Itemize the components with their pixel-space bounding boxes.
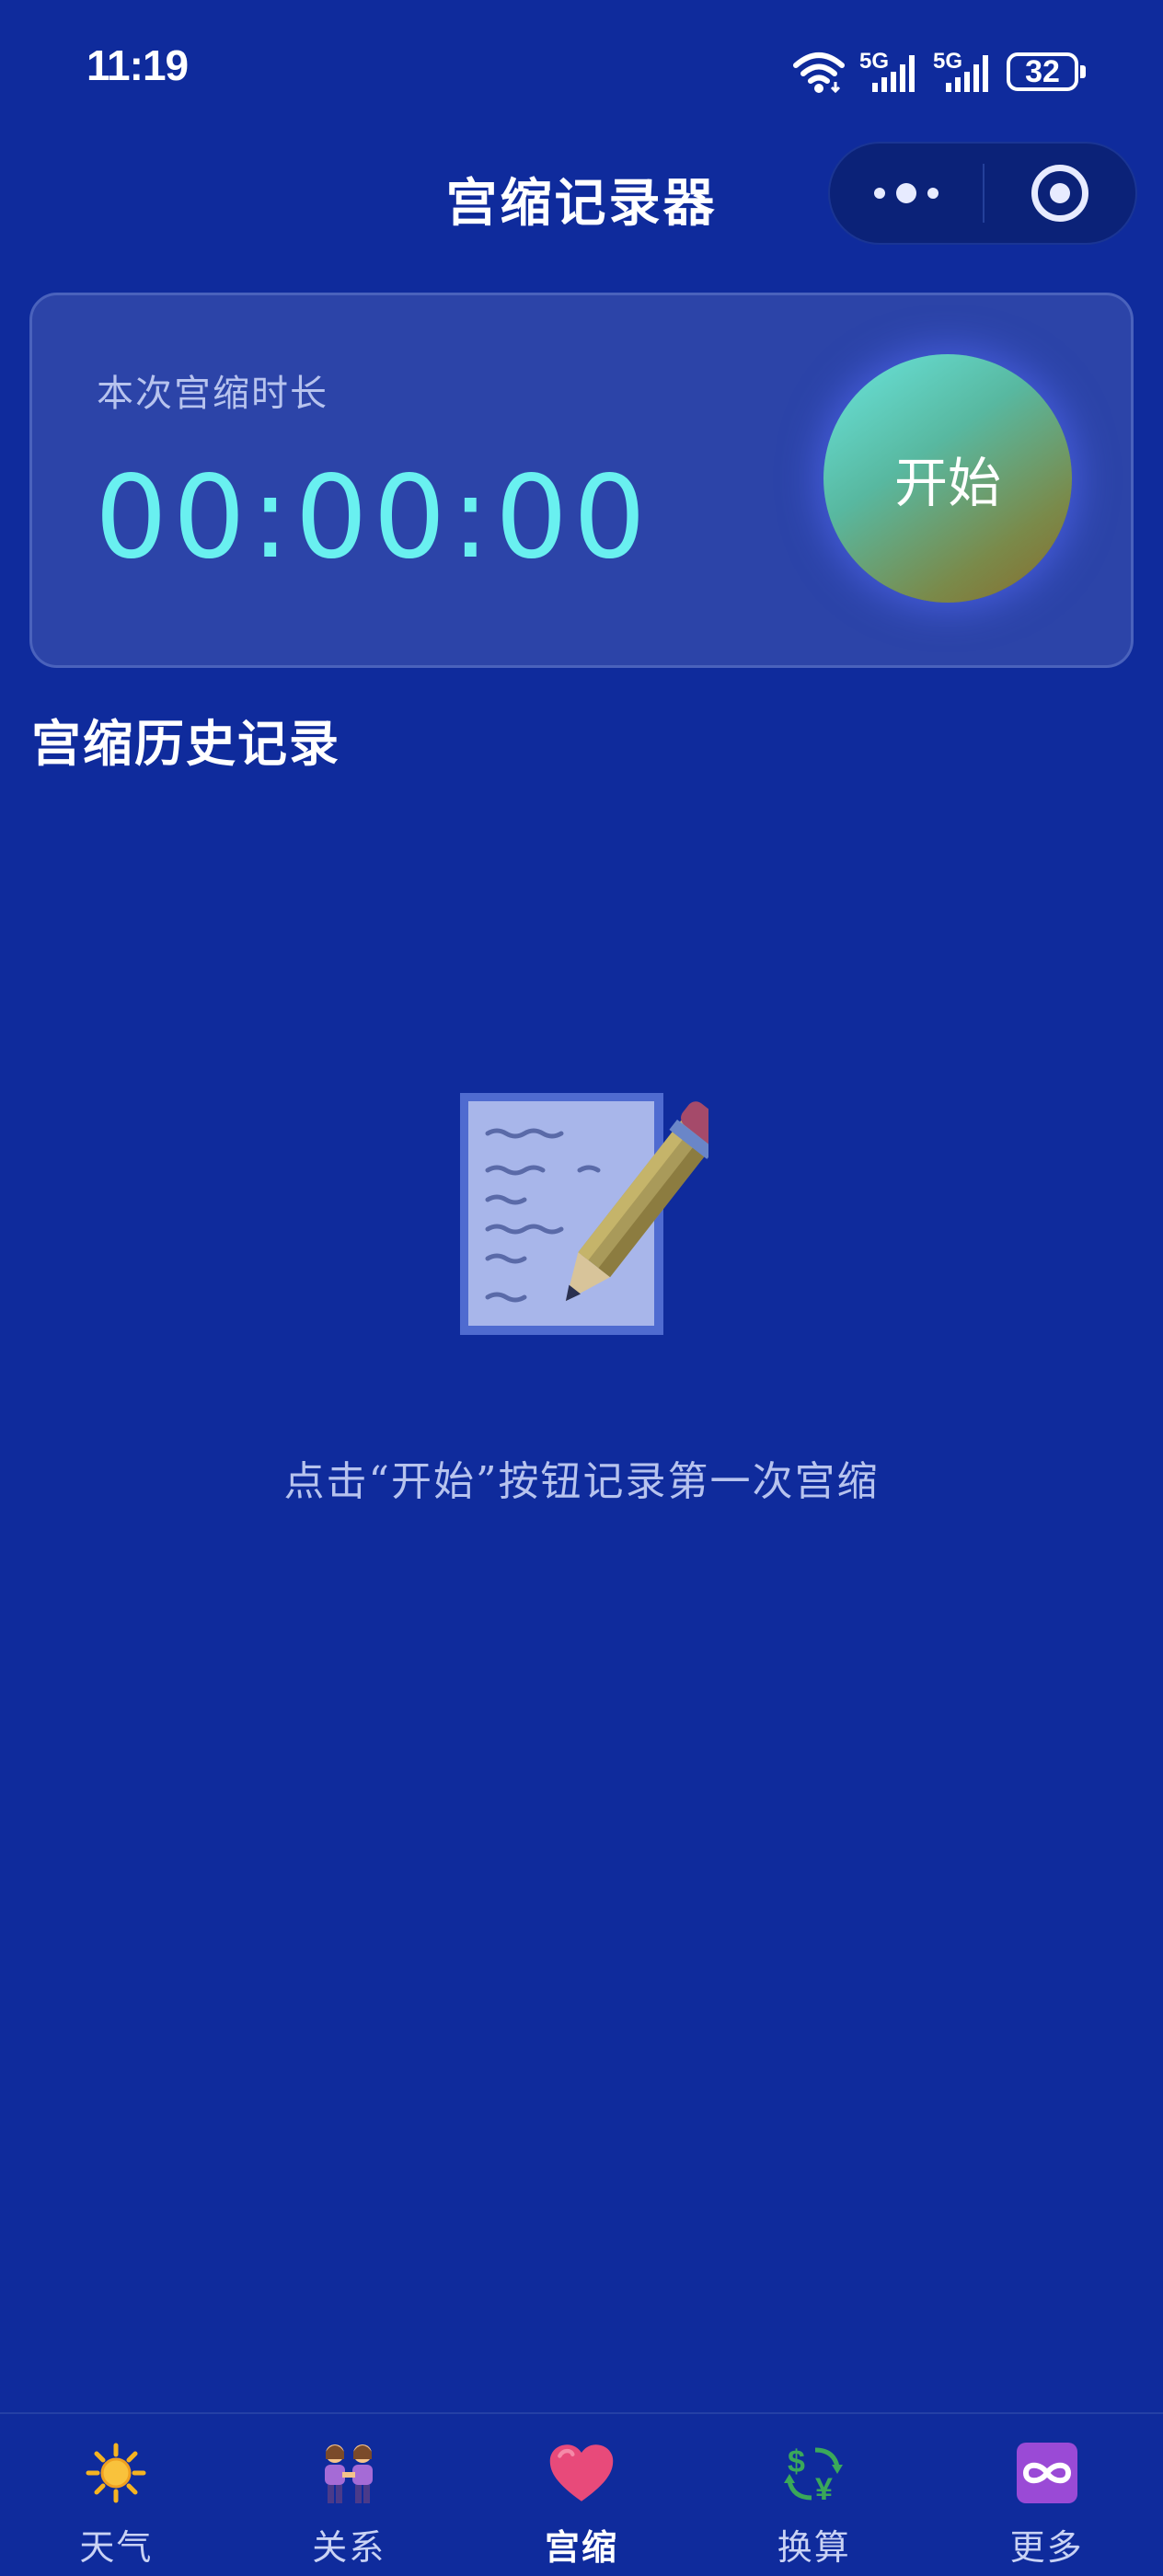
timer-label: 本次宫缩时长: [97, 373, 328, 415]
tab-contraction[interactable]: 宫缩: [466, 2414, 698, 2576]
network-label-2: 5G: [933, 50, 962, 74]
tab-weather[interactable]: 天气: [0, 2414, 233, 2576]
tab-label: 更多: [1009, 2527, 1084, 2568]
tab-label: 换算: [777, 2527, 851, 2568]
tab-label: 关系: [312, 2527, 386, 2568]
timer-card: 本次宫缩时长 00:00:00 开始: [29, 293, 1134, 668]
signal-icon-2: 5G: [933, 50, 988, 92]
tab-bar: 天气 关系 宫缩 $ ¥ 换算 更多: [0, 2412, 1163, 2576]
status-bar: 11:19 5G 5G 32: [0, 0, 1163, 138]
sun-icon: [83, 2440, 149, 2506]
more-button[interactable]: [830, 144, 983, 243]
timer-display: 00:00:00: [95, 452, 651, 584]
tab-label: 宫缩: [544, 2526, 618, 2568]
target-icon: [1031, 165, 1088, 222]
infinity-icon: [1014, 2440, 1080, 2506]
more-dot-icon: [874, 188, 885, 199]
history-title: 宫缩历史记录: [31, 715, 340, 773]
svg-text:¥: ¥: [815, 2472, 833, 2505]
tab-label: 天气: [79, 2527, 154, 2568]
tab-relationship[interactable]: 关系: [233, 2414, 466, 2576]
tab-more[interactable]: 更多: [930, 2414, 1163, 2576]
memo-pencil-icon: [460, 1093, 708, 1335]
status-time: 11:19: [86, 41, 189, 89]
heart-icon: [548, 2440, 615, 2506]
status-icons: 5G 5G 32: [793, 44, 1086, 99]
more-dot-icon: [896, 183, 916, 203]
tab-conversion[interactable]: $ ¥ 换算: [697, 2414, 930, 2576]
close-button[interactable]: [985, 144, 1135, 243]
network-label-1: 5G: [859, 50, 889, 74]
mini-program-capsule: [828, 142, 1137, 245]
more-dot-icon: [927, 188, 938, 199]
currency-exchange-icon: $ ¥: [781, 2440, 847, 2506]
wifi-icon: [793, 52, 845, 93]
two-women-icon: [316, 2440, 382, 2506]
start-button[interactable]: 开始: [823, 354, 1072, 603]
svg-text:$: $: [788, 2444, 805, 2479]
signal-icon-1: 5G: [859, 50, 915, 92]
battery-indicator: 32: [1007, 52, 1086, 91]
app-screen: 11:19 5G 5G 32 宫缩记录器 本次宫缩时长 00:00:00 开始 …: [0, 0, 1163, 2576]
empty-state-text: 点击“开始”按钮记录第一次宫缩: [283, 1458, 880, 1505]
